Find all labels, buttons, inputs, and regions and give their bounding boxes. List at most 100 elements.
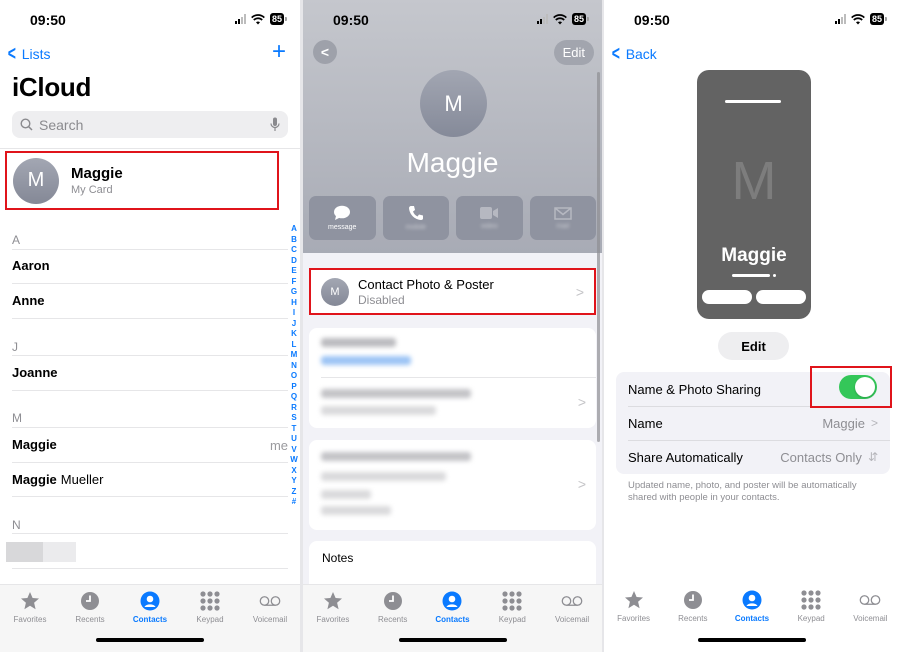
page-title: iCloud bbox=[12, 72, 92, 102]
edit-poster-button[interactable]: Edit bbox=[718, 332, 789, 360]
divider bbox=[321, 377, 596, 378]
index-letter[interactable]: G bbox=[291, 287, 297, 298]
contact-row-aaron[interactable]: Aaron bbox=[12, 258, 50, 273]
tab-contacts[interactable]: Contacts bbox=[424, 590, 480, 624]
status-time: 09:50 bbox=[30, 12, 66, 28]
search-input[interactable]: Search bbox=[12, 111, 288, 138]
index-letter[interactable]: B bbox=[291, 235, 297, 246]
index-letter[interactable]: L bbox=[292, 340, 297, 351]
index-letter[interactable]: P bbox=[291, 382, 296, 393]
alphabet-index[interactable]: A B C D E F G H I J K L M N O P Q R S T U V W X Y Z # bbox=[289, 224, 299, 508]
index-letter[interactable]: S bbox=[291, 413, 296, 424]
index-letter[interactable]: J bbox=[292, 319, 296, 330]
redacted-phone-number[interactable] bbox=[321, 356, 411, 365]
index-letter[interactable]: M bbox=[291, 350, 298, 361]
name-photo-sharing-toggle[interactable] bbox=[839, 375, 877, 399]
setting-value: Contacts Only bbox=[780, 449, 862, 465]
chevron-left-icon: < bbox=[7, 43, 16, 65]
divider bbox=[12, 533, 288, 534]
poster-top-bar bbox=[725, 100, 781, 103]
person-circle-icon bbox=[441, 590, 463, 612]
tab-favorites[interactable]: Favorites bbox=[606, 589, 662, 623]
index-letter[interactable]: W bbox=[290, 455, 298, 466]
index-letter[interactable]: # bbox=[292, 497, 296, 508]
contact-first-name: Aaron bbox=[12, 258, 50, 273]
cellular-signal-icon bbox=[834, 14, 846, 24]
index-letter[interactable]: X bbox=[291, 466, 296, 477]
tab-contacts[interactable]: Contacts bbox=[724, 589, 780, 623]
chevron-up-down-icon: ⇵ bbox=[867, 450, 878, 464]
mail-action-button[interactable]: mail bbox=[529, 196, 596, 240]
divider bbox=[12, 496, 288, 497]
index-letter[interactable]: U bbox=[291, 434, 297, 445]
tab-favorites[interactable]: Favorites bbox=[305, 590, 361, 624]
back-button[interactable]: < bbox=[313, 40, 337, 64]
name-row[interactable]: Name Maggie > bbox=[616, 406, 890, 440]
scrollbar[interactable] bbox=[597, 72, 600, 442]
share-automatically-row[interactable]: Share Automatically Contacts Only ⇵ bbox=[616, 440, 890, 474]
keypad-icon bbox=[501, 590, 523, 612]
action-label: video bbox=[480, 223, 498, 230]
chevron-left-icon: < bbox=[320, 44, 330, 60]
index-letter[interactable]: Q bbox=[291, 392, 297, 403]
tab-voicemail[interactable]: Voicemail bbox=[544, 590, 600, 624]
tab-keypad[interactable]: Keypad bbox=[182, 590, 238, 624]
tab-contacts[interactable]: Contacts bbox=[122, 590, 178, 624]
index-letter[interactable]: Z bbox=[292, 487, 297, 498]
chevron-right-icon[interactable]: > bbox=[578, 476, 586, 492]
wifi-icon bbox=[251, 13, 265, 24]
tab-label: Favorites bbox=[316, 615, 350, 624]
tab-keypad[interactable]: Keypad bbox=[484, 590, 540, 624]
index-letter[interactable]: H bbox=[291, 298, 297, 309]
contact-photo-poster-row[interactable]: M Contact Photo & Poster Disabled > bbox=[309, 268, 596, 315]
chevron-right-icon[interactable]: > bbox=[578, 394, 586, 410]
section-header-m: M bbox=[12, 411, 22, 425]
back-button[interactable]: < Back bbox=[610, 44, 657, 64]
contact-poster-preview[interactable]: M Maggie bbox=[697, 70, 811, 319]
voicemail-icon bbox=[259, 590, 281, 612]
index-letter[interactable]: N bbox=[291, 361, 297, 372]
tab-recents[interactable]: Recents bbox=[365, 590, 421, 624]
tab-favorites[interactable]: Favorites bbox=[2, 590, 58, 624]
action-label: message bbox=[328, 224, 357, 231]
section-header-a: A bbox=[12, 233, 21, 247]
contact-row-maggie-me[interactable]: Maggie bbox=[12, 437, 57, 452]
tab-recents[interactable]: Recents bbox=[62, 590, 118, 624]
index-letter[interactable]: K bbox=[291, 329, 297, 340]
person-circle-icon bbox=[139, 590, 161, 612]
tab-voicemail[interactable]: Voicemail bbox=[242, 590, 298, 624]
index-letter[interactable]: R bbox=[291, 403, 297, 414]
index-letter[interactable]: Y bbox=[291, 476, 296, 487]
add-contact-plus-icon[interactable]: + bbox=[272, 40, 286, 64]
contact-row-joanne[interactable]: Joanne bbox=[12, 365, 58, 380]
index-letter[interactable]: T bbox=[292, 424, 297, 435]
contact-row-anne[interactable]: Anne bbox=[12, 293, 45, 308]
index-letter[interactable]: O bbox=[291, 371, 297, 382]
contact-avatar: M bbox=[420, 70, 487, 137]
tab-recents[interactable]: Recents bbox=[665, 589, 721, 623]
poster-pill-left bbox=[702, 290, 752, 304]
video-action-button[interactable]: video bbox=[456, 196, 523, 240]
keypad-icon bbox=[800, 589, 822, 611]
message-action-button[interactable]: message bbox=[309, 196, 376, 240]
index-letter[interactable]: F bbox=[292, 277, 297, 288]
index-letter[interactable]: A bbox=[291, 224, 297, 235]
voicemail-icon bbox=[859, 589, 881, 611]
redacted-address-label bbox=[321, 452, 471, 461]
contact-row-maggie-mueller[interactable]: Maggie Mueller bbox=[12, 472, 103, 487]
index-letter[interactable]: D bbox=[291, 256, 297, 267]
call-action-button[interactable]: mobile bbox=[382, 196, 449, 240]
index-letter[interactable]: I bbox=[293, 308, 295, 319]
tab-keypad[interactable]: Keypad bbox=[783, 589, 839, 623]
my-card-row[interactable]: M Maggie My Card bbox=[5, 151, 279, 210]
index-letter[interactable]: V bbox=[291, 445, 296, 456]
phone-icon bbox=[408, 206, 423, 220]
back-to-lists-button[interactable]: < Lists bbox=[6, 43, 51, 65]
tab-voicemail[interactable]: Voicemail bbox=[842, 589, 898, 623]
avatar: M bbox=[13, 157, 59, 204]
index-letter[interactable]: C bbox=[291, 245, 297, 256]
redacted-contact-row[interactable] bbox=[6, 542, 76, 562]
microphone-icon[interactable] bbox=[270, 117, 280, 132]
index-letter[interactable]: E bbox=[291, 266, 296, 277]
edit-button[interactable]: Edit bbox=[553, 40, 594, 65]
